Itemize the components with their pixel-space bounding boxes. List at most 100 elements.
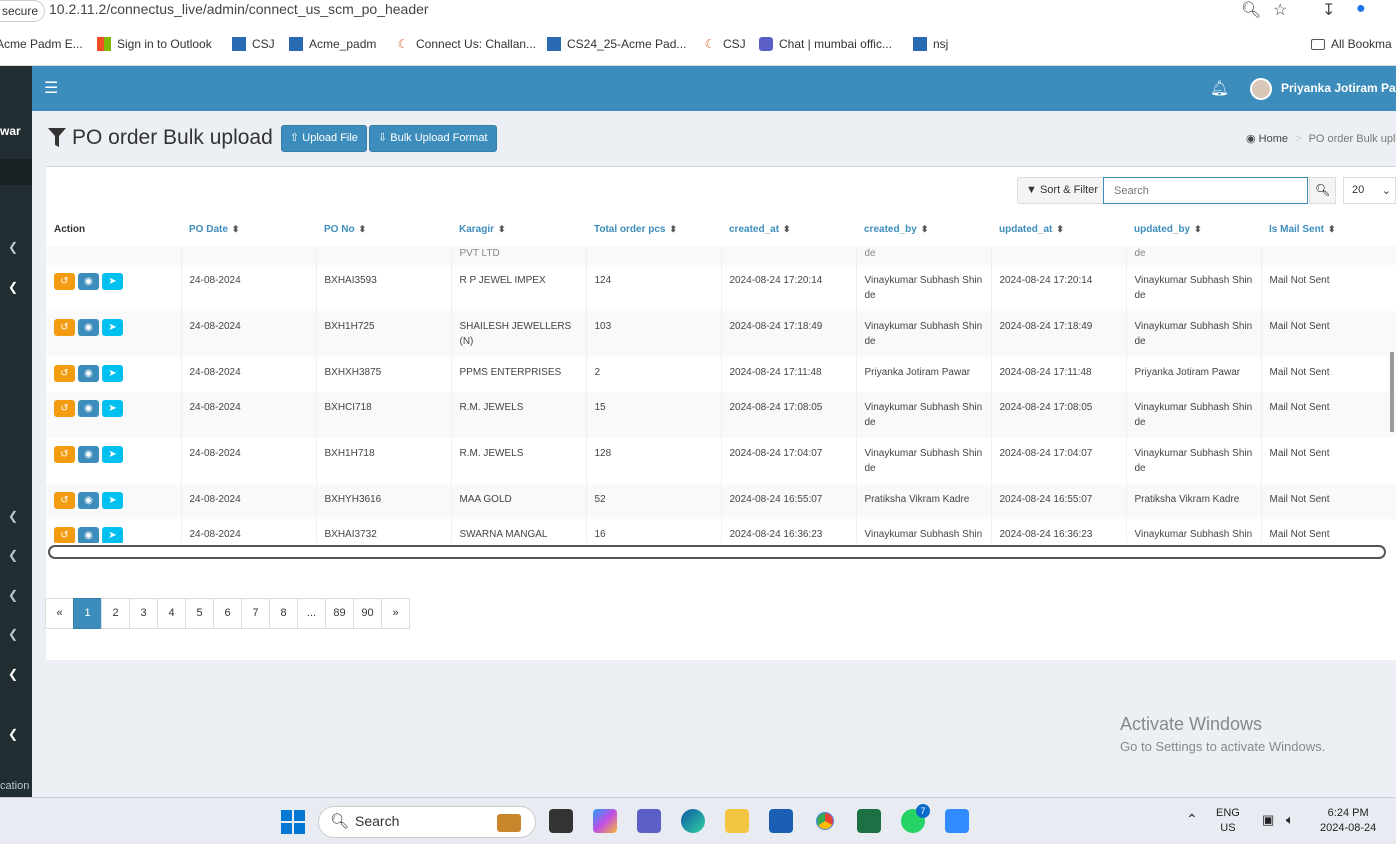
page-link[interactable]: 90 (353, 598, 382, 629)
column-header[interactable]: PO Date ⬍ (181, 213, 316, 246)
column-header[interactable]: Is Mail Sent ⬍ (1261, 213, 1396, 246)
horizontal-scrollbar[interactable] (48, 545, 1386, 559)
column-header[interactable]: updated_by ⬍ (1126, 213, 1261, 246)
bookmark-item[interactable]: CSJ (232, 37, 275, 51)
bookmark-item[interactable]: CS24_25-Acme Pad... (547, 37, 686, 51)
eye-icon[interactable]: ◉ (78, 365, 99, 382)
page-link[interactable]: 4 (157, 598, 186, 629)
chrome-icon[interactable] (813, 809, 837, 833)
page-link[interactable]: 1 (73, 598, 102, 629)
page-size-select[interactable]: 20 ⌄ (1343, 177, 1396, 204)
table-header-row: Action PO Date ⬍ PO No ⬍ Karagir ⬍ Total or… (46, 213, 1396, 246)
bookmark-item[interactable]: Acme_padm (289, 37, 376, 51)
chevron-up-icon[interactable]: ⌃ (1186, 812, 1198, 827)
language-indicator[interactable]: ENG US (1216, 806, 1240, 836)
history-icon[interactable]: ↺ (54, 527, 75, 543)
zoom-icon[interactable]: 🔍︎ (1241, 0, 1261, 20)
clock[interactable]: 6:24 PM 2024-08-24 (1320, 806, 1376, 836)
breadcrumb-home[interactable]: Home (1259, 133, 1288, 145)
eye-icon[interactable]: ◉ (78, 273, 99, 290)
star-icon[interactable]: ☆ (1273, 0, 1287, 20)
bulk-upload-format-button[interactable]: ⇩ Bulk Upload Format (369, 125, 497, 152)
data-table-wrapper[interactable]: Action PO Date ⬍ PO No ⬍ Karagir ⬍ Total or… (46, 213, 1396, 543)
chevron-left-icon[interactable]: ❮ (8, 667, 18, 681)
page-link[interactable]: 6 (213, 598, 242, 629)
taskbar-search[interactable]: 🔍︎ Search (318, 806, 536, 838)
send-icon[interactable]: ➤ (102, 319, 123, 336)
chevron-left-icon[interactable]: ❮ (8, 588, 18, 602)
column-header[interactable]: Karagir ⬍ (451, 213, 586, 246)
user-name[interactable]: Priyanka Jotiram Paw (1281, 81, 1396, 95)
bookmark-item[interactable]: nsj (913, 37, 948, 51)
bookmark-item[interactable]: Chat | mumbai offic... (759, 37, 892, 51)
send-icon[interactable]: ➤ (102, 273, 123, 290)
send-icon[interactable]: ➤ (102, 527, 123, 543)
chevron-left-icon[interactable]: ❮ (8, 548, 18, 562)
page-link[interactable]: 89 (325, 598, 354, 629)
wps-icon[interactable] (945, 809, 969, 833)
column-header[interactable]: updated_at ⬍ (991, 213, 1126, 246)
chevron-left-icon[interactable]: ❮ (8, 240, 18, 254)
chevron-left-icon[interactable]: ❮ (8, 509, 18, 523)
chevron-left-icon[interactable]: ❮ (8, 280, 18, 294)
eye-icon[interactable]: ◉ (78, 400, 99, 417)
history-icon[interactable]: ↺ (54, 365, 75, 382)
cell-actions: ↺ ◉ ➤ (46, 519, 182, 543)
sort-filter-button[interactable]: ▼ Sort & Filter (1017, 177, 1108, 204)
send-icon[interactable]: ➤ (102, 365, 123, 382)
profile-icon[interactable]: ● (1356, 0, 1366, 18)
eye-icon[interactable]: ◉ (78, 527, 99, 543)
eye-icon[interactable]: ◉ (78, 319, 99, 336)
eye-icon[interactable]: ◉ (78, 446, 99, 463)
vertical-scrollbar[interactable] (1390, 352, 1394, 432)
security-indicator[interactable]: secure (0, 0, 46, 22)
bell-icon[interactable]: 🔔︎ (1210, 79, 1229, 97)
page-link[interactable]: 7 (241, 598, 270, 629)
url-field[interactable]: 10.2.11.2/connectus_live/admin/connect_u… (49, 1, 429, 17)
task-view-icon[interactable] (549, 809, 573, 833)
excel-icon[interactable] (857, 809, 881, 833)
history-icon[interactable]: ↺ (54, 400, 75, 417)
send-icon[interactable]: ➤ (102, 446, 123, 463)
history-icon[interactable]: ↺ (54, 446, 75, 463)
page-link[interactable]: 5 (185, 598, 214, 629)
file-explorer-icon[interactable] (725, 809, 749, 833)
bookmark-item[interactable]: Acme Padm E... (0, 37, 83, 51)
volume-icon[interactable]: 🔈︎ (1286, 812, 1294, 827)
menu-toggle-icon[interactable]: ☰ (44, 78, 58, 98)
chevron-left-icon[interactable]: ❮ (8, 627, 18, 641)
store-icon[interactable] (769, 809, 793, 833)
page-link[interactable]: ... (297, 598, 326, 629)
column-header[interactable]: created_by ⬍ (856, 213, 991, 246)
search-input[interactable] (1103, 177, 1308, 204)
column-header[interactable]: PO No ⬍ (316, 213, 451, 246)
bookmark-item[interactable]: Sign in to Outlook (97, 37, 212, 51)
send-icon[interactable]: ➤ (102, 400, 123, 417)
copilot-icon[interactable] (593, 809, 617, 833)
chevron-left-icon[interactable]: ❮ (8, 727, 18, 741)
bookmark-item[interactable]: ☾ CSJ (703, 37, 746, 51)
page-title-text: PO order Bulk upload (72, 126, 273, 149)
page-link[interactable]: 2 (101, 598, 130, 629)
send-icon[interactable]: ➤ (102, 492, 123, 509)
page-link[interactable]: 3 (129, 598, 158, 629)
download-icon[interactable]: ↧ (1322, 0, 1335, 20)
page-link[interactable]: « (45, 598, 74, 629)
column-header[interactable]: Total order pcs ⬍ (586, 213, 721, 246)
column-header[interactable]: created_at ⬍ (721, 213, 856, 246)
search-button[interactable]: 🔍︎ (1309, 177, 1336, 204)
history-icon[interactable]: ↺ (54, 319, 75, 336)
upload-file-button[interactable]: ⇧ Upload File (281, 125, 367, 152)
history-icon[interactable]: ↺ (54, 273, 75, 290)
teams-icon[interactable] (637, 809, 661, 833)
network-icon[interactable]: ▣ (1262, 812, 1274, 827)
bookmark-item[interactable]: ☾ Connect Us: Challan... (396, 37, 536, 51)
history-icon[interactable]: ↺ (54, 492, 75, 509)
eye-icon[interactable]: ◉ (78, 492, 99, 509)
edge-icon[interactable] (681, 809, 705, 833)
windows-start-icon[interactable] (281, 810, 305, 834)
page-link[interactable]: » (381, 598, 410, 629)
bookmark-item[interactable]: All Bookma (1311, 37, 1392, 51)
page-link[interactable]: 8 (269, 598, 298, 629)
avatar[interactable] (1250, 78, 1272, 100)
